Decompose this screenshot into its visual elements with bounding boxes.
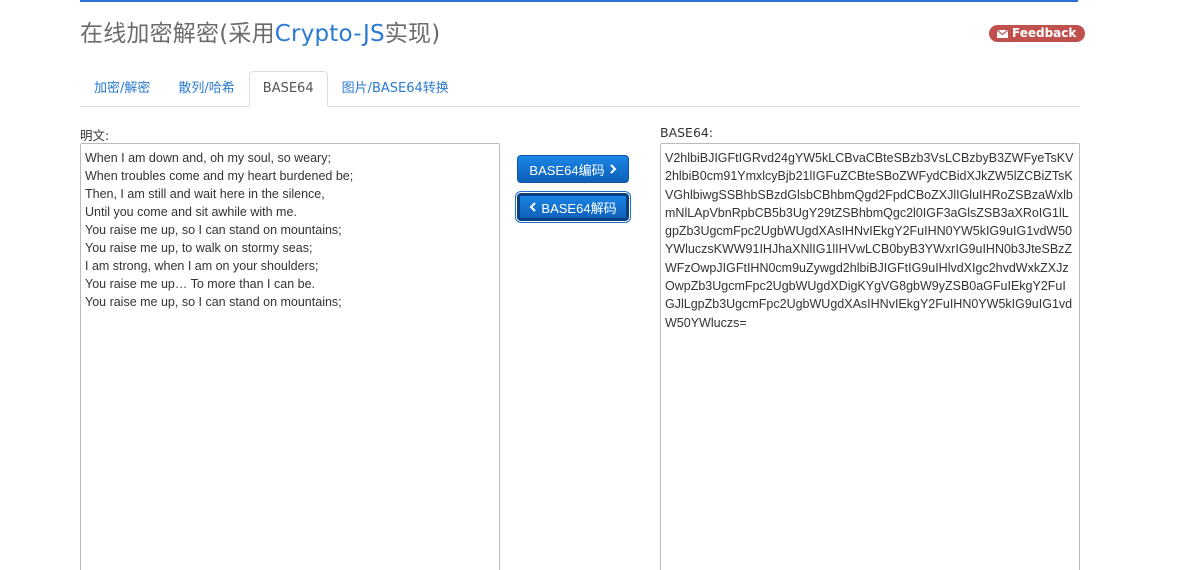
tab-base64[interactable]: BASE64	[248, 71, 328, 107]
page-title-prefix: 在线加密解密(采用	[80, 21, 275, 47]
chevron-right-icon	[609, 164, 616, 174]
encode-button-label: BASE64编码	[529, 162, 605, 178]
plaintext-line: Until you come and sit awhile with me.	[85, 205, 297, 219]
base64-encode-button[interactable]: BASE64编码	[517, 155, 629, 183]
tab-encrypt-decrypt[interactable]: 加密/解密	[80, 71, 164, 107]
plaintext-line: You raise me up, so I can stand on mount…	[85, 223, 342, 237]
plaintext-line: When troubles come and my heart burdened…	[85, 169, 354, 183]
base64-label: BASE64:	[660, 125, 714, 140]
top-accent-line	[80, 0, 1078, 2]
plaintext-line: When I am down and, oh my soul, so weary…	[85, 151, 331, 165]
plaintext-input[interactable]: When I am down and, oh my soul, so weary…	[80, 143, 500, 570]
plaintext-line: You raise me up, so I can stand on mount…	[85, 295, 342, 309]
plaintext-label: 明文:	[80, 128, 110, 143]
envelope-icon	[997, 29, 1008, 38]
plaintext-line: Then, I am still and wait here in the si…	[85, 187, 325, 201]
page-title-accent: Crypto-JS	[274, 21, 385, 47]
page-title: 在线加密解密(采用Crypto-JS实现)	[80, 14, 440, 48]
plaintext-line: You raise me up, to walk on stormy seas;	[85, 241, 313, 255]
base64-output[interactable]: V2hlbiBJIGFtIGRvd24gYW5kLCBvaCBteSBzb3Vs…	[660, 143, 1080, 570]
plaintext-line: You raise me up… To more than I can be.	[85, 277, 315, 291]
feedback-label: Feedback	[1012, 26, 1077, 40]
tab-hash[interactable]: 散列/哈希	[164, 71, 248, 107]
page-title-suffix: 实现)	[384, 21, 441, 47]
plaintext-line: I am strong, when I am on your shoulders…	[85, 259, 319, 273]
feedback-button[interactable]: Feedback	[989, 25, 1086, 42]
base64-decode-button[interactable]: BASE64解码	[515, 191, 631, 223]
tab-bar: 加密/解密 散列/哈希 BASE64 图片/BASE64转换	[80, 71, 1080, 107]
chevron-left-icon	[530, 202, 537, 212]
decode-button-label: BASE64解码	[541, 200, 617, 216]
tab-image-base64[interactable]: 图片/BASE64转换	[328, 71, 463, 107]
